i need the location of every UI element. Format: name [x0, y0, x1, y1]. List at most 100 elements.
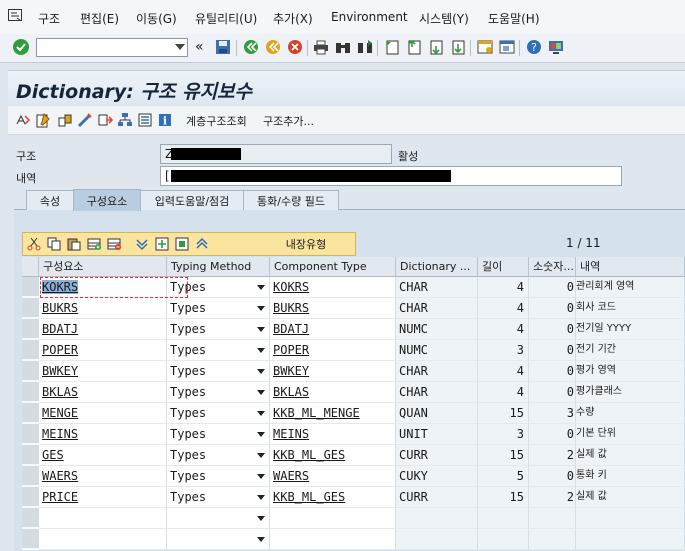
component-name-cell[interactable]: KOKRS	[39, 277, 167, 298]
menu-extras[interactable]: 추가(X)	[273, 10, 313, 27]
chevron-down-icon[interactable]	[175, 44, 185, 50]
display-object-list-icon[interactable]	[136, 111, 154, 129]
shortcut-icon[interactable]	[498, 38, 516, 56]
paste-icon[interactable]	[65, 235, 83, 252]
row-selector[interactable]	[22, 445, 39, 465]
component-name-cell[interactable]: BKLAS	[39, 382, 167, 403]
component-type-cell[interactable]: POPER	[270, 340, 396, 361]
insert-include-icon[interactable]	[153, 235, 171, 252]
row-selector[interactable]	[22, 277, 39, 297]
typing-method-select[interactable]	[167, 508, 270, 529]
column-header-description[interactable]: 내역	[576, 257, 685, 277]
component-name-cell[interactable]: WAERS	[39, 466, 167, 487]
data-element-icon[interactable]	[173, 235, 191, 252]
where-used-icon[interactable]	[116, 111, 134, 129]
chevron-down-icon[interactable]	[257, 285, 265, 290]
component-name-cell[interactable]: POPER	[39, 340, 167, 361]
collapse-icon[interactable]	[193, 235, 211, 252]
tab-currency-quantity[interactable]: 통화/수량 필드	[243, 190, 339, 210]
chevron-down-icon[interactable]	[257, 369, 265, 374]
tab-components[interactable]: 구성요소	[73, 189, 141, 211]
row-selector[interactable]	[22, 382, 39, 402]
next-page-icon[interactable]	[427, 38, 445, 56]
menu-icon[interactable]	[8, 9, 22, 21]
append-structure-button[interactable]: 구조추가...	[263, 113, 314, 129]
component-name-cell[interactable]: MEINS	[39, 424, 167, 445]
component-type-cell[interactable]: BDATJ	[270, 319, 396, 340]
typing-method-select[interactable]	[167, 529, 270, 550]
command-field[interactable]	[36, 38, 188, 57]
component-type-cell[interactable]	[270, 529, 396, 550]
row-selector[interactable]	[22, 298, 39, 318]
typing-method-select[interactable]: Types	[167, 361, 270, 382]
component-type-cell[interactable]: KKB_ML_MENGE	[270, 403, 396, 424]
activate-icon[interactable]	[96, 111, 114, 129]
chevron-down-icon[interactable]	[257, 453, 265, 458]
chevron-down-icon[interactable]	[257, 411, 265, 416]
typing-method-select[interactable]: Types	[167, 298, 270, 319]
menu-structure[interactable]: 구조	[38, 10, 60, 27]
exit-icon[interactable]	[264, 38, 282, 56]
component-name-cell[interactable]: MENGE	[39, 403, 167, 424]
column-header-component-type[interactable]: Component Type	[270, 257, 396, 277]
column-header-data-type[interactable]: Dictionary ...	[396, 257, 478, 277]
component-type-cell[interactable]: KKB_ML_GES	[270, 445, 396, 466]
typing-method-select[interactable]: Types	[167, 340, 270, 361]
component-name-cell[interactable]: BDATJ	[39, 319, 167, 340]
component-name-cell[interactable]	[39, 529, 167, 550]
last-page-icon[interactable]	[449, 38, 467, 56]
component-type-cell[interactable]: BWKEY	[270, 361, 396, 382]
back-icon[interactable]	[242, 38, 260, 56]
component-type-cell[interactable]: KKB_ML_GES	[270, 487, 396, 508]
component-type-cell[interactable]	[270, 508, 396, 529]
row-selector[interactable]	[22, 424, 39, 444]
chevron-down-icon[interactable]	[257, 432, 265, 437]
first-page-icon[interactable]	[383, 38, 401, 56]
menu-goto[interactable]: 이동(G)	[136, 10, 177, 27]
expand-icon[interactable]	[133, 235, 151, 252]
save-icon[interactable]	[214, 38, 232, 56]
help-icon[interactable]: ?	[525, 38, 543, 56]
chevron-down-icon[interactable]	[257, 327, 265, 332]
chevron-down-icon[interactable]	[257, 306, 265, 311]
typing-method-select[interactable]: Types	[167, 424, 270, 445]
component-type-cell[interactable]: MEINS	[270, 424, 396, 445]
row-selector[interactable]	[22, 508, 39, 528]
cancel-icon[interactable]	[286, 38, 304, 56]
previous-page-icon[interactable]	[405, 38, 423, 56]
chevron-down-icon[interactable]	[257, 390, 265, 395]
check-icon[interactable]	[76, 111, 94, 129]
row-selector[interactable]	[22, 319, 39, 339]
tab-entry-help[interactable]: 입력도움말/점검	[140, 190, 244, 210]
select-all-corner[interactable]	[22, 257, 39, 277]
new-session-icon[interactable]	[476, 38, 494, 56]
component-name-cell[interactable]: PRICE	[39, 487, 167, 508]
cut-icon[interactable]	[25, 235, 43, 252]
find-next-icon[interactable]	[356, 38, 374, 56]
chevron-down-icon[interactable]	[257, 516, 265, 521]
collapse-icon[interactable]: «	[195, 39, 204, 55]
print-icon[interactable]	[312, 38, 330, 56]
find-icon[interactable]	[334, 38, 352, 56]
chevron-down-icon[interactable]	[257, 495, 265, 500]
enter-check-icon[interactable]	[12, 38, 30, 56]
info-icon[interactable]: i	[156, 111, 174, 129]
typing-method-select[interactable]: Types	[167, 403, 270, 424]
menu-utilities[interactable]: 유틸리티(U)	[195, 10, 257, 27]
tab-attributes[interactable]: 속성	[26, 190, 74, 210]
component-name-cell[interactable]: GES	[39, 445, 167, 466]
typing-method-select[interactable]: Types	[167, 445, 270, 466]
other-object-icon[interactable]	[14, 111, 32, 129]
column-header-length[interactable]: 길이	[478, 257, 529, 277]
column-header-typing-method[interactable]: Typing Method	[167, 257, 270, 277]
chevron-down-icon[interactable]	[257, 348, 265, 353]
row-selector[interactable]	[22, 403, 39, 423]
row-selector[interactable]	[22, 466, 39, 486]
component-type-cell[interactable]: WAERS	[270, 466, 396, 487]
typing-method-select[interactable]: Types	[167, 277, 270, 298]
chevron-down-icon[interactable]	[257, 537, 265, 542]
row-selector[interactable]	[22, 361, 39, 381]
component-name-cell[interactable]	[39, 508, 167, 529]
component-type-cell[interactable]: KOKRS	[270, 277, 396, 298]
menu-environment[interactable]: Environment	[331, 10, 408, 24]
